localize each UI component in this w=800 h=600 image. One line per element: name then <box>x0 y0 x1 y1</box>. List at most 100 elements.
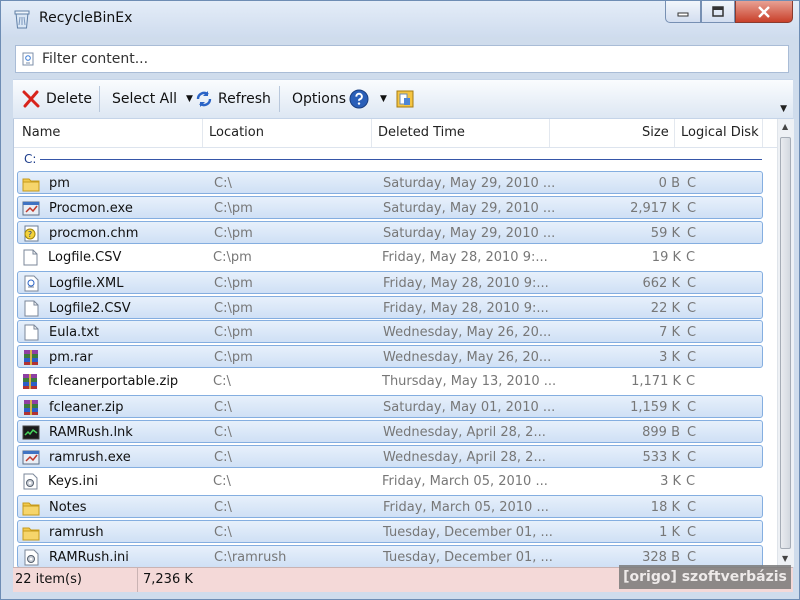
file-logical-disk: C <box>686 473 696 489</box>
delete-label: Delete <box>46 91 92 107</box>
file-size: 533 K <box>642 449 680 465</box>
file-logical-disk: C <box>686 249 696 265</box>
file-location: C:\pm <box>214 300 253 316</box>
file-deleted-time: Saturday, May 01, 2010 ... <box>383 400 556 416</box>
file-deleted-time: Friday, March 05, 2010 ... <box>383 499 549 515</box>
table-row[interactable]: fcleaner.zip C:\ Saturday, May 01, 2010 ..… <box>17 395 763 419</box>
close-button[interactable] <box>735 1 793 23</box>
options-button[interactable]: Options <box>292 89 346 109</box>
file-name: Notes <box>49 499 87 515</box>
filter-input[interactable] <box>42 49 782 69</box>
file-location: C:\ <box>214 524 232 540</box>
filter-box <box>15 45 789 73</box>
file-size: 328 B <box>642 549 680 565</box>
exe-icon <box>22 201 40 216</box>
column-divider[interactable] <box>762 119 763 147</box>
table-row[interactable]: ramrush.exe C:\ Wednesday, April 28, 2... 5… <box>17 444 763 468</box>
file-size: 22 K <box>650 300 680 316</box>
table-row[interactable]: Procmon.exe C:\pm Saturday, May 29, 2010 .… <box>17 195 763 219</box>
table-row[interactable]: Eula.txt C:\pm Wednesday, May 26, 20... 7 K… <box>17 320 763 344</box>
help-icon <box>349 89 369 109</box>
column-location[interactable]: Location <box>209 125 264 140</box>
refresh-label: Refresh <box>218 91 271 107</box>
select-all-label: Select All <box>112 91 177 107</box>
xml-file-icon <box>24 275 39 292</box>
document-icon <box>24 300 39 316</box>
folder-icon <box>22 502 40 516</box>
column-divider[interactable] <box>674 119 675 147</box>
table-row[interactable]: pm C:\ Saturday, May 29, 2010 ... 0 B C <box>17 171 763 194</box>
file-name: ramrush <box>49 524 104 540</box>
file-name: ramrush.exe <box>49 449 131 465</box>
archive-icon <box>23 374 37 390</box>
folder-icon <box>22 178 40 192</box>
file-location: C:\ <box>213 473 231 489</box>
select-all-button[interactable]: Select All ▼ <box>112 89 193 109</box>
table-row[interactable]: Logfile.CSV C:\pm Friday, May 28, 2010 9:.… <box>17 246 763 269</box>
delete-button[interactable]: Delete <box>21 89 92 109</box>
file-logical-disk: C <box>686 374 696 390</box>
vertical-scrollbar[interactable]: ▲ ▼ <box>777 119 794 567</box>
column-deleted-time[interactable]: Deleted Time <box>378 125 465 140</box>
refresh-button[interactable]: Refresh <box>195 89 271 109</box>
file-list: Name Location Deleted Time Size Logical … <box>13 119 778 567</box>
file-name: Eula.txt <box>49 325 100 341</box>
column-divider[interactable] <box>371 119 372 147</box>
file-name: procmon.chm <box>49 225 139 241</box>
table-row[interactable]: fcleanerportable.zip C:\ Thursday, May 13,… <box>17 370 763 393</box>
scroll-down-icon[interactable]: ▼ <box>782 554 788 563</box>
close-icon <box>758 5 770 18</box>
folder-icon <box>22 527 40 541</box>
table-row[interactable]: pm.rar C:\pm Wednesday, May 26, 20... 3 K C <box>17 345 763 369</box>
dropdown-arrow-icon[interactable]: ▼ <box>186 94 193 104</box>
file-size: 662 K <box>642 275 680 291</box>
file-deleted-time: Wednesday, May 26, 20... <box>383 325 552 341</box>
watermark: [origo] szoftverbázis <box>619 565 791 589</box>
file-logical-disk: C <box>687 499 697 515</box>
table-row[interactable]: ? procmon.chm C:\pm Saturday, May 29, 2010 … <box>17 220 763 244</box>
file-deleted-time: Saturday, May 29, 2010 ... <box>383 176 556 191</box>
table-row[interactable]: Notes C:\ Friday, March 05, 2010 ... 18 K C <box>17 494 763 518</box>
file-location: C:\ <box>213 374 231 390</box>
file-deleted-time: Friday, March 05, 2010 ... <box>382 473 548 489</box>
column-size[interactable]: Size <box>642 125 669 140</box>
column-logical-disk[interactable]: Logical Disk <box>681 125 759 140</box>
column-divider[interactable] <box>549 119 550 147</box>
document-icon <box>23 249 38 266</box>
file-size: 3 K <box>659 350 680 366</box>
maximize-button[interactable] <box>701 1 735 23</box>
toolbar-overflow-icon[interactable]: ▼ <box>780 104 787 114</box>
minimize-button[interactable] <box>665 1 701 23</box>
maximize-icon <box>712 6 724 17</box>
file-name: fcleaner.zip <box>49 400 124 416</box>
table-row[interactable]: RAMRush.ini C:\ramrush Tuesday, December 0… <box>17 544 763 567</box>
column-divider[interactable] <box>202 119 203 147</box>
file-deleted-time: Wednesday, April 28, 2... <box>383 425 546 440</box>
file-logical-disk: C <box>687 300 697 316</box>
recycle-bin-properties-button[interactable] <box>396 89 419 109</box>
group-header-drive[interactable]: C: <box>24 152 36 166</box>
file-location: C:\pm <box>214 200 253 216</box>
table-row[interactable]: Logfile2.CSV C:\pm Friday, May 28, 2010 9:… <box>17 295 763 319</box>
help-dropdown-arrow-icon[interactable]: ▼ <box>380 94 387 104</box>
title-bar: RecycleBinEx <box>1 1 799 37</box>
file-location: C:\ <box>214 425 232 440</box>
table-row[interactable]: ramrush C:\ Tuesday, December 01, ... 1 K C <box>17 519 763 543</box>
table-row[interactable]: Keys.ini C:\ Friday, March 05, 2010 ... 3 K… <box>17 470 763 493</box>
refresh-icon <box>196 91 212 107</box>
properties-icon <box>396 90 414 108</box>
file-logical-disk: C <box>687 225 697 241</box>
scroll-up-icon[interactable]: ▲ <box>782 122 788 131</box>
document-icon <box>24 324 39 341</box>
scroll-thumb[interactable] <box>780 137 791 549</box>
column-name[interactable]: Name <box>22 125 60 140</box>
file-location: C:\ramrush <box>214 549 287 565</box>
table-row[interactable]: Logfile.XML C:\pm Friday, May 28, 2010 9:.… <box>17 270 763 294</box>
file-logical-disk: C <box>687 176 697 191</box>
table-row[interactable]: RAMRush.lnk C:\ Wednesday, April 28, 2... 8… <box>17 420 763 443</box>
settings-file-icon <box>23 473 38 490</box>
file-logical-disk: C <box>687 200 697 216</box>
file-name: RAMRush.ini <box>49 549 129 565</box>
help-button[interactable]: ▼ <box>349 89 387 109</box>
file-deleted-time: Tuesday, December 01, ... <box>383 524 553 540</box>
